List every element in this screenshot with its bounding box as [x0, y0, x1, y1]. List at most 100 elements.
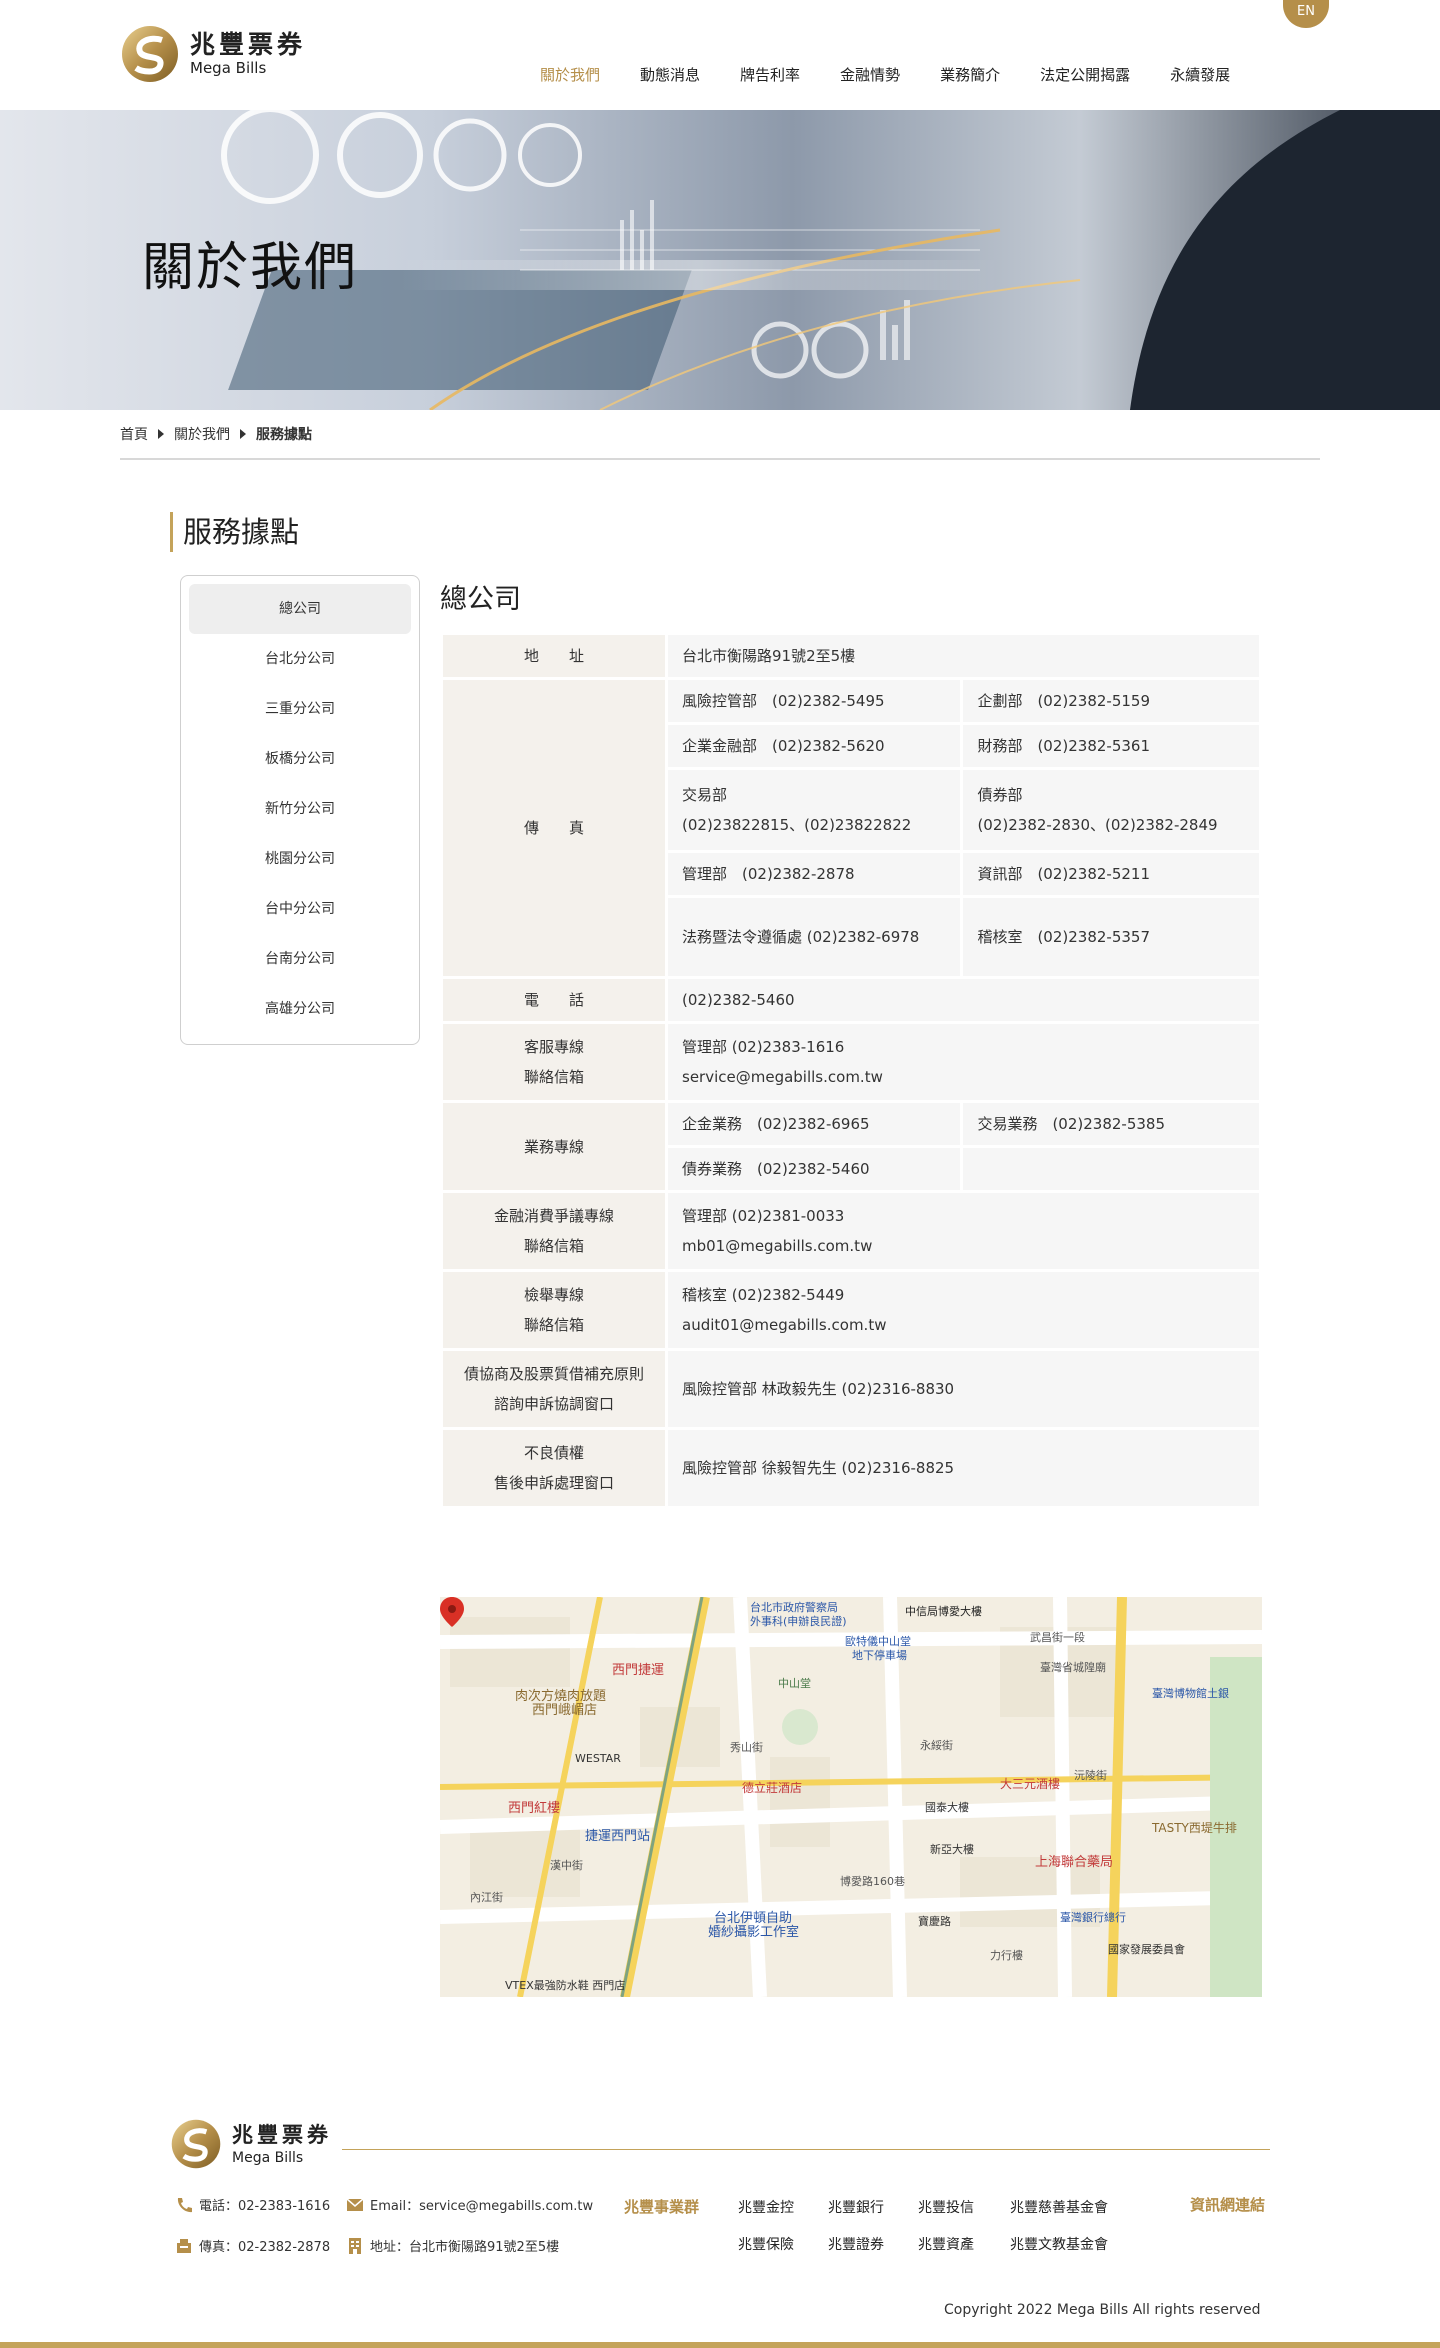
footer-link-asset-management[interactable]: 兆豐資產 [918, 2234, 974, 2254]
map-label: 西門紅樓 [508, 1801, 561, 1816]
table-row: 客服專線 聯絡信箱 管理部 (02)2383-1616 service@mega… [443, 1024, 1259, 1100]
fax-value: 企業金融部 (02)2382-5620 [668, 725, 961, 767]
fax-dept: 債券部 [977, 786, 1023, 804]
footer-group-title: 兆豐事業群 [624, 2198, 700, 2216]
business-value: 債券業務 (02)2382-5460 [668, 1148, 961, 1190]
nav-disclosure[interactable]: 法定公開揭露 [1040, 64, 1130, 85]
footer-phone-text: 電話：02-2383-1616 [199, 2199, 331, 2214]
sidebar-item-headquarters[interactable]: 總公司 [189, 584, 411, 634]
sidebar-item-taichung[interactable]: 台中分公司 [189, 884, 411, 934]
footer-link-education-foundation[interactable]: 兆豐文教基金會 [1010, 2234, 1108, 2254]
table-row: 不良債權 售後申訴處理窗口 風險控管部 徐毅智先生 (02)2316-8825 [443, 1430, 1259, 1506]
sidebar-item-hsinchu[interactable]: 新竹分公司 [189, 784, 411, 834]
footer-logo-english: Mega Bills [232, 2150, 304, 2166]
footer-address-text: 地址：台北市衡陽路91號2至5樓 [370, 2240, 560, 2255]
banner-title: 關於我們 [142, 238, 359, 298]
footer-link-charity-foundation[interactable]: 兆豐慈善基金會 [1010, 2197, 1108, 2217]
npl-label: 不良債權 售後申訴處理窗口 [443, 1430, 665, 1506]
map-label: 中山堂 [778, 1677, 811, 1690]
footer-link-securities[interactable]: 兆豐證券 [828, 2234, 884, 2254]
sidebar-item-tainan[interactable]: 台南分公司 [189, 934, 411, 984]
sidebar-item-sanchong[interactable]: 三重分公司 [189, 684, 411, 734]
npl-value: 風險控管部 徐毅智先生 (02)2316-8825 [668, 1430, 1259, 1506]
bond-label: 債協商及股票質借補充原則 諮詢申訴協調窗口 [443, 1351, 665, 1427]
fax-value: 財務部 (02)2382-5361 [963, 725, 1259, 767]
nav-news[interactable]: 動態消息 [640, 64, 700, 85]
map-label: 漢中街 [550, 1859, 583, 1872]
footer-link-investment-trust[interactable]: 兆豐投信 [918, 2197, 974, 2217]
service-value: 管理部 (02)2383-1616 service@megabills.com.… [668, 1024, 1259, 1100]
report-label: 檢舉專線 聯絡信箱 [443, 1272, 665, 1348]
map-label: 婚紗攝影工作室 [708, 1925, 800, 1940]
map-label: 力行樓 [990, 1949, 1023, 1962]
mega-bills-logo-icon [122, 26, 178, 82]
business-value [963, 1148, 1259, 1190]
breadcrumb-arrow-icon [240, 429, 246, 439]
footer-fax-text: 傳真：02-2382-2878 [199, 2240, 331, 2255]
service-line: 管理部 (02)2383-1616 [682, 1038, 845, 1056]
fax-value: 交易部 (02)23822815、(02)23822822 [668, 770, 961, 850]
page-title: 服務據點 [170, 512, 299, 552]
breadcrumb-home[interactable]: 首頁 [120, 424, 148, 444]
breadcrumb: 首頁 關於我們 服務據點 [120, 424, 312, 444]
site-logo[interactable]: 兆豐票券 Mega Bills [120, 24, 306, 84]
footer-divider [342, 2149, 1270, 2150]
footer-link-holdings[interactable]: 兆豐金控 [738, 2197, 794, 2217]
fax-dept: 交易部 [682, 786, 728, 804]
footer-fax: 傳真：02-2382-2878 [175, 2236, 330, 2255]
nav-market[interactable]: 金融情勢 [840, 64, 900, 85]
breadcrumb-parent[interactable]: 關於我們 [174, 424, 230, 444]
nav-sustainability[interactable]: 永續發展 [1170, 64, 1230, 85]
dispute-email[interactable]: mb01@megabills.com.tw [682, 1231, 1245, 1261]
footer-info-links-title[interactable]: 資訊網連結 [1190, 2194, 1265, 2215]
business-label: 業務專線 [443, 1103, 665, 1190]
map-label: VTEX最強防水鞋 西門店 [505, 1979, 626, 1992]
table-row: 地 址 台北市衡陽路91號2至5樓 [443, 635, 1259, 677]
breadcrumb-divider [120, 458, 1320, 460]
business-value: 交易業務 (02)2382-5385 [963, 1103, 1259, 1145]
bottom-accent-line [0, 2342, 1440, 2348]
nav-business[interactable]: 業務簡介 [940, 64, 1000, 85]
map-label: 國家發展委員會 [1108, 1943, 1185, 1956]
footer-phone: 電話：02-2383-1616 [175, 2195, 330, 2214]
nav-about[interactable]: 關於我們 [540, 64, 600, 85]
address-value: 台北市衡陽路91號2至5樓 [668, 635, 1259, 677]
dispute-value: 管理部 (02)2381-0033 mb01@megabills.com.tw [668, 1193, 1259, 1269]
sidebar-item-banqiao[interactable]: 板橋分公司 [189, 734, 411, 784]
dispute-label: 金融消費爭議專線 聯絡信箱 [443, 1193, 665, 1269]
map-label: TASTY西堤牛排 [1152, 1821, 1237, 1835]
report-value: 稽核室 (02)2382-5449 audit01@megabills.com.… [668, 1272, 1259, 1348]
footer-link-bank[interactable]: 兆豐銀行 [828, 2197, 884, 2217]
table-row: 檢舉專線 聯絡信箱 稽核室 (02)2382-5449 audit01@mega… [443, 1272, 1259, 1348]
fax-value: 資訊部 (02)2382-5211 [963, 853, 1259, 895]
map-label: 外事科(申辦良民證) [750, 1615, 847, 1628]
sidebar-item-taoyuan[interactable]: 桃園分公司 [189, 834, 411, 884]
map-label: WESTAR [575, 1752, 621, 1765]
footer-logo[interactable]: 兆豐票券 Mega Bills [170, 2118, 332, 2170]
location-pin-icon[interactable] [440, 1597, 464, 1627]
location-map[interactable]: 台北市政府警察局 外事科(申辦良民證) 中信局博愛大樓 武昌街一段 歐特儀中山堂… [440, 1597, 1262, 1997]
bond-label-line: 諮詢申訴協調窗口 [493, 1395, 614, 1413]
report-email[interactable]: audit01@megabills.com.tw [682, 1310, 1245, 1340]
map-label: 臺灣省城隍廟 [1040, 1661, 1106, 1674]
footer-email-text[interactable]: Email：service@megabills.com.tw [370, 2195, 593, 2214]
table-row: 業務專線 企金業務 (02)2382-6965 交易業務 (02)2382-53… [443, 1103, 1259, 1190]
fax-value: 企劃部 (02)2382-5159 [963, 680, 1259, 722]
service-label: 客服專線 聯絡信箱 [443, 1024, 665, 1100]
footer-link-insurance[interactable]: 兆豐保險 [738, 2234, 794, 2254]
map-label: 秀山街 [730, 1741, 763, 1754]
copyright-text: Copyright 2022 Mega Bills All rights res… [944, 2302, 1261, 2318]
nav-rates[interactable]: 牌告利率 [740, 64, 800, 85]
email-label-line: 聯絡信箱 [523, 1237, 584, 1255]
service-email[interactable]: service@megabills.com.tw [682, 1062, 1245, 1092]
table-row: 電 話 (02)2382-5460 [443, 979, 1259, 1021]
language-english-button[interactable]: EN [1283, 0, 1329, 28]
footer-address: 地址：台北市衡陽路91號2至5樓 [346, 2236, 559, 2255]
report-line: 稽核室 (02)2382-5449 [682, 1286, 845, 1304]
sidebar-item-kaohsiung[interactable]: 高雄分公司 [189, 984, 411, 1034]
map-label: 博愛路160巷 [840, 1875, 905, 1888]
sidebar-item-taipei[interactable]: 台北分公司 [189, 634, 411, 684]
fax-value: 法務暨法令遵循處 (02)2382-6978 [668, 898, 961, 976]
map-label: 德立莊酒店 [742, 1781, 803, 1795]
map-label: 內江街 [470, 1891, 503, 1904]
